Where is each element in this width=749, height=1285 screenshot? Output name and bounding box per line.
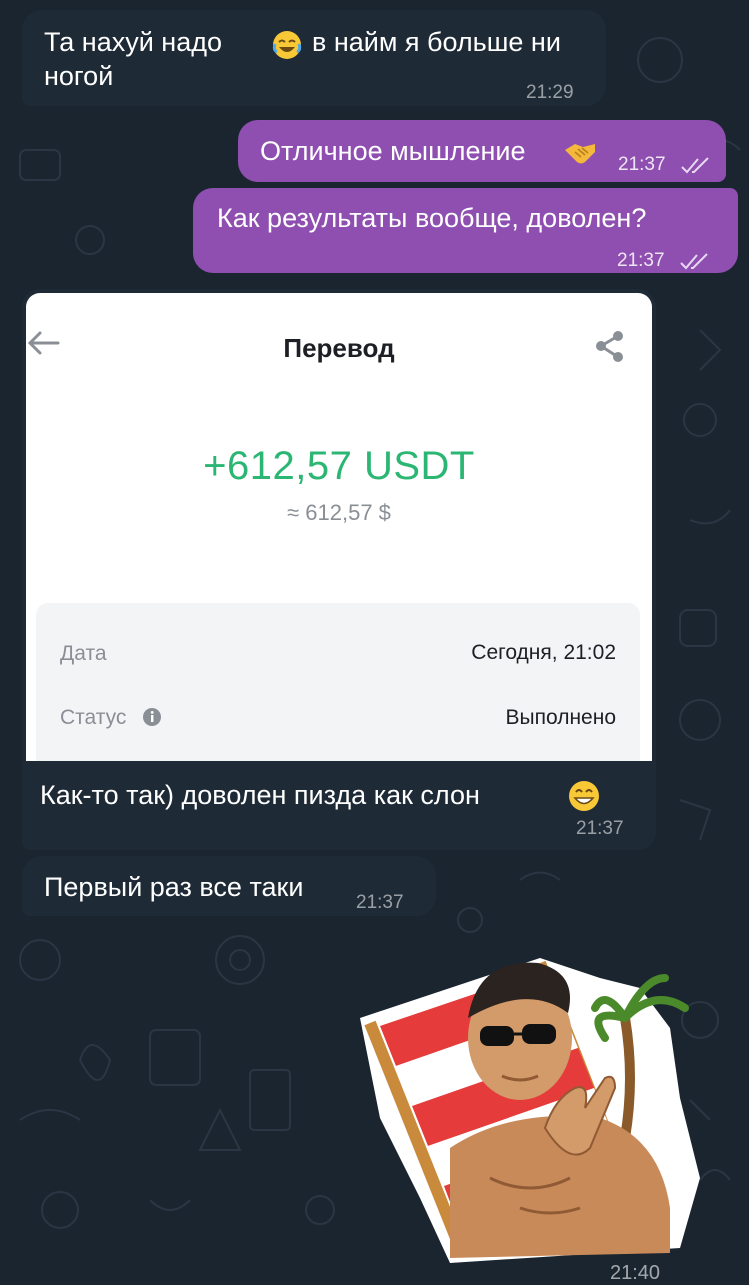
message-text: в найм я больше ни	[312, 27, 561, 57]
joy-emoji-icon	[272, 30, 302, 60]
share-icon	[594, 330, 626, 367]
date-value: Сегодня, 21:02	[471, 641, 616, 664]
message-time: 21:37	[576, 818, 624, 839]
transfer-amount: +612,57 USDT	[203, 444, 475, 488]
sticker-beach-chair-man[interactable]	[340, 948, 720, 1268]
status-label: Статус	[60, 706, 127, 729]
message-time: 21:37	[618, 154, 666, 175]
message-time: 21:29	[526, 82, 574, 103]
message-caption: Как-то так) доволен пизда как слон	[40, 780, 480, 810]
grin-emoji-icon	[568, 780, 600, 817]
message-text: ногой	[44, 61, 114, 91]
transfer-details-panel	[36, 603, 640, 761]
message-time-partial: 21:40	[610, 1262, 661, 1284]
message-text: Та нахуй надо	[44, 27, 223, 57]
message-text: Первый раз все таки	[44, 872, 304, 902]
date-label: Дата	[60, 642, 107, 665]
transfer-approx: ≈ 612,57 $	[287, 500, 391, 525]
message-text: Отличное мышление	[260, 136, 526, 166]
message-text: Как результаты вообще, доволен?	[217, 203, 647, 233]
message-outgoing-2[interactable]: Как результаты вообще, доволен? 21:37	[193, 188, 738, 273]
transfer-title: Перевод	[283, 333, 395, 363]
message-time: 21:37	[356, 892, 404, 913]
double-check-icon	[679, 246, 711, 279]
message-incoming-2[interactable]: Первый раз все таки 21:37	[22, 856, 436, 916]
message-incoming-1[interactable]: Та нахуй надо в найм я больше ни ногой 2…	[22, 10, 606, 106]
info-icon	[142, 707, 162, 732]
handshake-emoji-icon	[563, 138, 597, 166]
double-check-icon	[680, 150, 712, 183]
message-time: 21:37	[617, 250, 665, 271]
message-outgoing-1[interactable]: Отличное мышление 21:37	[238, 120, 726, 182]
status-value: Выполнено	[505, 706, 617, 729]
